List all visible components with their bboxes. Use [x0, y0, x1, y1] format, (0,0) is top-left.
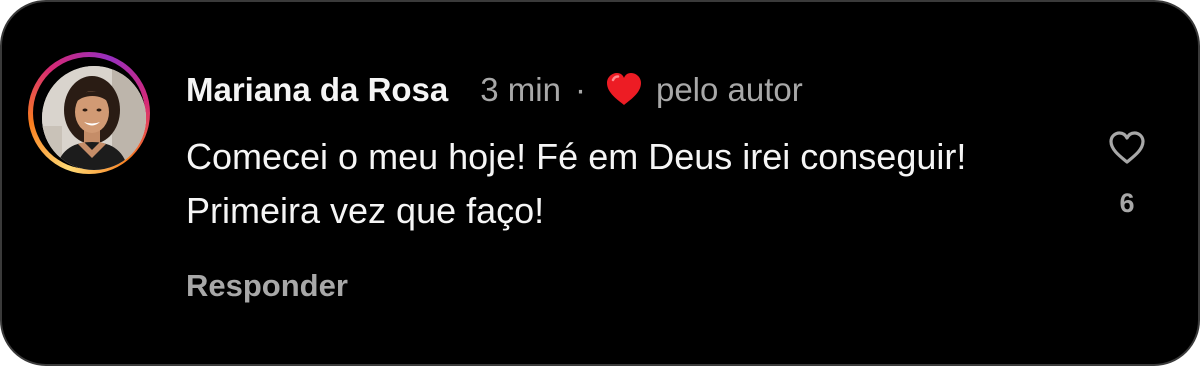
avatar-story-ring[interactable]	[28, 52, 150, 174]
meta-separator: ·	[574, 71, 586, 108]
like-count: 6	[1119, 188, 1135, 218]
comment-text: Comecei o meu hoje! Fé em Deus irei cons…	[186, 136, 967, 231]
liked-by-author-label: pelo autor	[655, 71, 803, 108]
comment-time: 3 min	[480, 71, 561, 108]
reply-button[interactable]: Responder	[186, 268, 348, 304]
avatar-ring-gap	[33, 57, 146, 170]
author-name[interactable]: Mariana da Rosa	[186, 71, 448, 109]
avatar-image	[42, 66, 146, 170]
red-heart-icon	[604, 70, 644, 110]
avatar	[42, 66, 146, 170]
comment-card: Mariana da Rosa 3 min · pelo autor Comec…	[0, 0, 1200, 366]
heart-outline-icon[interactable]	[1106, 128, 1148, 168]
comment-header: Mariana da Rosa 3 min · pelo autor	[186, 68, 803, 112]
